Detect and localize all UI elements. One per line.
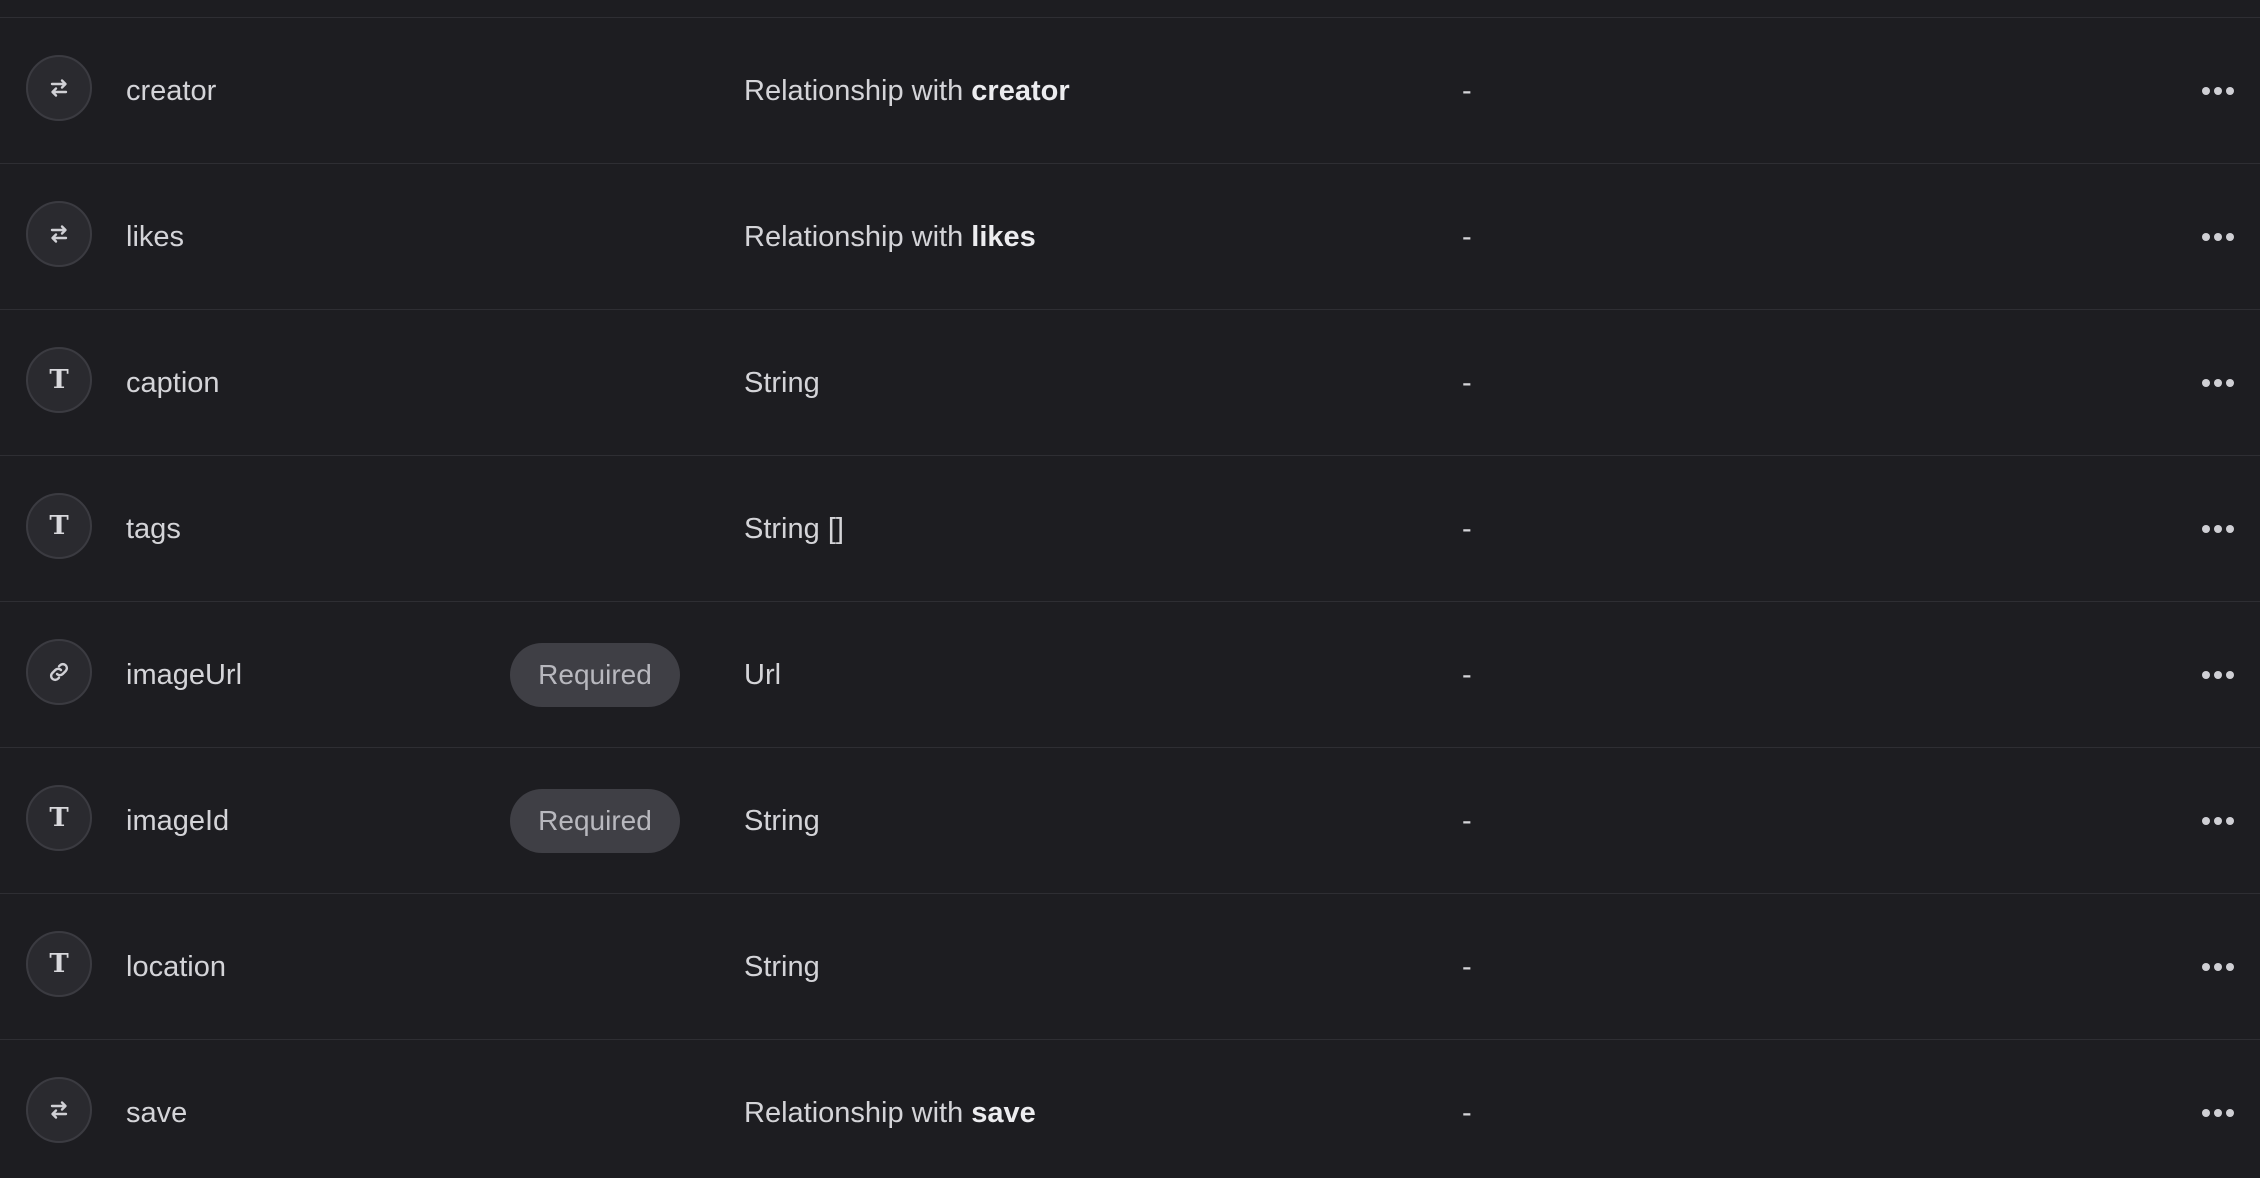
more-options-button[interactable] (2198, 363, 2238, 403)
attribute-type-prefix: String (744, 804, 820, 837)
attribute-default: - (1462, 512, 1472, 545)
attribute-type-prefix: Relationship with (744, 74, 972, 107)
required-badge: Required (510, 643, 680, 707)
attribute-type-target: creator (971, 74, 1070, 107)
text-glyph: T (49, 365, 69, 395)
relationship-icon (26, 1077, 92, 1143)
attribute-type: Relationship with likes (744, 164, 1036, 310)
attribute-type-target: likes (971, 220, 1036, 253)
attribute-row[interactable]: T imageId Required String - (0, 748, 2260, 894)
attribute-row[interactable]: creator Relationship with creator - (0, 18, 2260, 164)
attribute-type: Relationship with save (744, 1040, 1036, 1178)
attribute-default: - (1462, 1096, 1472, 1129)
attribute-name: location (126, 950, 226, 983)
more-options-button[interactable] (2198, 655, 2238, 695)
attribute-row[interactable]: T caption String - (0, 310, 2260, 456)
attribute-default: - (1462, 74, 1472, 107)
attribute-row[interactable]: T tags String [] - (0, 456, 2260, 602)
attribute-name: likes (126, 220, 185, 253)
attribute-type: String (744, 894, 820, 1040)
attribute-type: String [] (744, 456, 844, 602)
attributes-table: creator Relationship with creator - like… (0, 17, 2260, 1178)
attribute-name: imageId (126, 804, 230, 837)
attribute-type-target: save (971, 1096, 1036, 1129)
attribute-name: caption (126, 366, 220, 399)
relationship-icon (26, 55, 92, 121)
more-options-button[interactable] (2198, 801, 2238, 841)
attribute-default: - (1462, 804, 1472, 837)
attribute-type-prefix: String (744, 366, 820, 399)
attribute-type: Url (744, 602, 781, 748)
attribute-name: imageUrl (126, 658, 243, 691)
more-options-button[interactable] (2198, 1093, 2238, 1133)
attribute-name: tags (126, 512, 181, 545)
required-badge: Required (510, 789, 680, 853)
text-icon: T (26, 493, 92, 559)
attribute-row[interactable]: likes Relationship with likes - (0, 164, 2260, 310)
more-options-button[interactable] (2198, 217, 2238, 257)
more-options-button[interactable] (2198, 947, 2238, 987)
attribute-default: - (1462, 950, 1472, 983)
attribute-row[interactable]: save Relationship with save - (0, 1040, 2260, 1178)
attribute-type-prefix: Relationship with (744, 1096, 972, 1129)
attribute-default: - (1462, 366, 1472, 399)
attribute-default: - (1462, 220, 1472, 253)
text-icon: T (26, 931, 92, 997)
more-options-button[interactable] (2198, 71, 2238, 111)
relationship-icon (26, 201, 92, 267)
attribute-type-prefix: Url (744, 658, 782, 691)
text-glyph: T (49, 803, 69, 833)
attribute-default: - (1462, 658, 1472, 691)
attribute-type-prefix: String (744, 950, 820, 983)
attribute-name: creator (126, 74, 217, 107)
text-icon: T (26, 785, 92, 851)
attribute-type: String (744, 748, 820, 894)
attribute-type-prefix: Relationship with (744, 220, 972, 253)
attribute-name: save (126, 1096, 188, 1129)
text-icon: T (26, 347, 92, 413)
attribute-row[interactable]: T location String - (0, 894, 2260, 1040)
attribute-type: Relationship with creator (744, 18, 1070, 164)
link-icon (26, 639, 92, 705)
attribute-type: String (744, 310, 820, 456)
attribute-row[interactable]: imageUrl Required Url - (0, 602, 2260, 748)
text-glyph: T (49, 949, 69, 979)
text-glyph: T (49, 511, 69, 541)
attribute-type-prefix: String [] (744, 512, 844, 545)
more-options-button[interactable] (2198, 509, 2238, 549)
